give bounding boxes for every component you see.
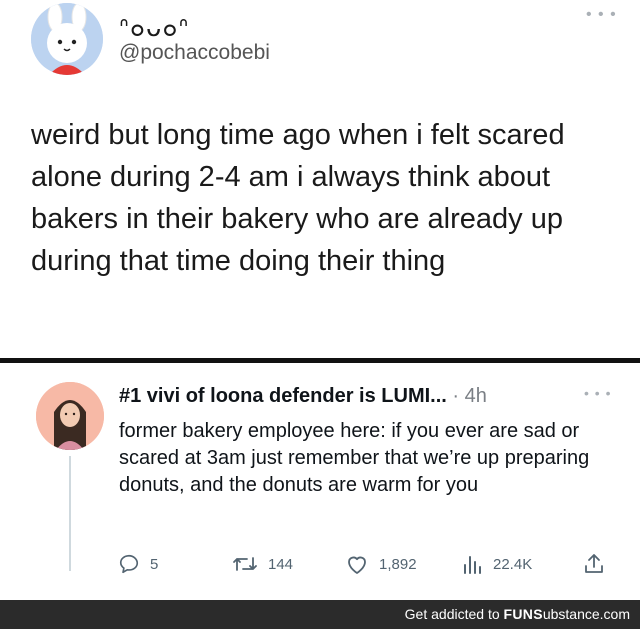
bar-chart-icon: [464, 556, 481, 574]
action-bar: 5 144 1,892 22.4K: [0, 553, 640, 583]
retweet-count: 144: [268, 555, 294, 573]
user-handle[interactable]: @pochaccobebi: [119, 41, 270, 65]
banner-text[interactable]: Get addicted to FUNSubstance.com: [405, 606, 630, 622]
heart-icon: [348, 556, 366, 574]
tweet-text: weird but long time ago when i felt scar…: [31, 119, 565, 277]
reply-count: 5: [150, 555, 159, 573]
share-icon: [585, 554, 603, 573]
banner-prefix: Get addicted to: [404, 606, 504, 622]
more-options-icon[interactable]: • • •: [586, 6, 617, 24]
reply-display-name[interactable]: #1 vivi of loona defender is LUMI...: [119, 385, 447, 407]
view-count: 22.4K: [493, 555, 533, 573]
reply-timestamp[interactable]: 4h: [465, 385, 487, 407]
more-options-icon[interactable]: • • •: [584, 385, 611, 401]
original-tweet: ᐢ๐ᴗ๐ᐢ @pochaccobebi • • • weird but long…: [0, 0, 640, 360]
views-button[interactable]: 22.4K: [461, 553, 532, 575]
banner-brand-bold: FUNS: [503, 606, 543, 622]
person-avatar-icon: [36, 382, 104, 450]
reply-tweet: #1 vivi of loona defender is LUMI... · 4…: [0, 363, 640, 600]
retweet-icon: [233, 557, 257, 571]
reply-header: #1 vivi of loona defender is LUMI... · 4…: [119, 385, 487, 408]
like-count: 1,892: [379, 555, 417, 573]
avatar-pochacco[interactable]: [31, 3, 103, 75]
reply-button[interactable]: 5: [118, 553, 158, 575]
like-button[interactable]: 1,892: [345, 553, 417, 575]
separator-dot: ·: [452, 385, 460, 407]
retweet-button[interactable]: 144: [232, 553, 293, 575]
funsubstance-banner: Get addicted to FUNSubstance.com: [0, 600, 640, 629]
reply-text: former bakery employee here: if you ever…: [119, 420, 590, 496]
bunny-avatar-icon: [31, 3, 103, 75]
banner-brand-rest: ubstance.com: [542, 606, 630, 622]
avatar-reply-user[interactable]: [36, 382, 104, 450]
share-button[interactable]: [583, 553, 605, 575]
comment-icon: [119, 554, 139, 574]
